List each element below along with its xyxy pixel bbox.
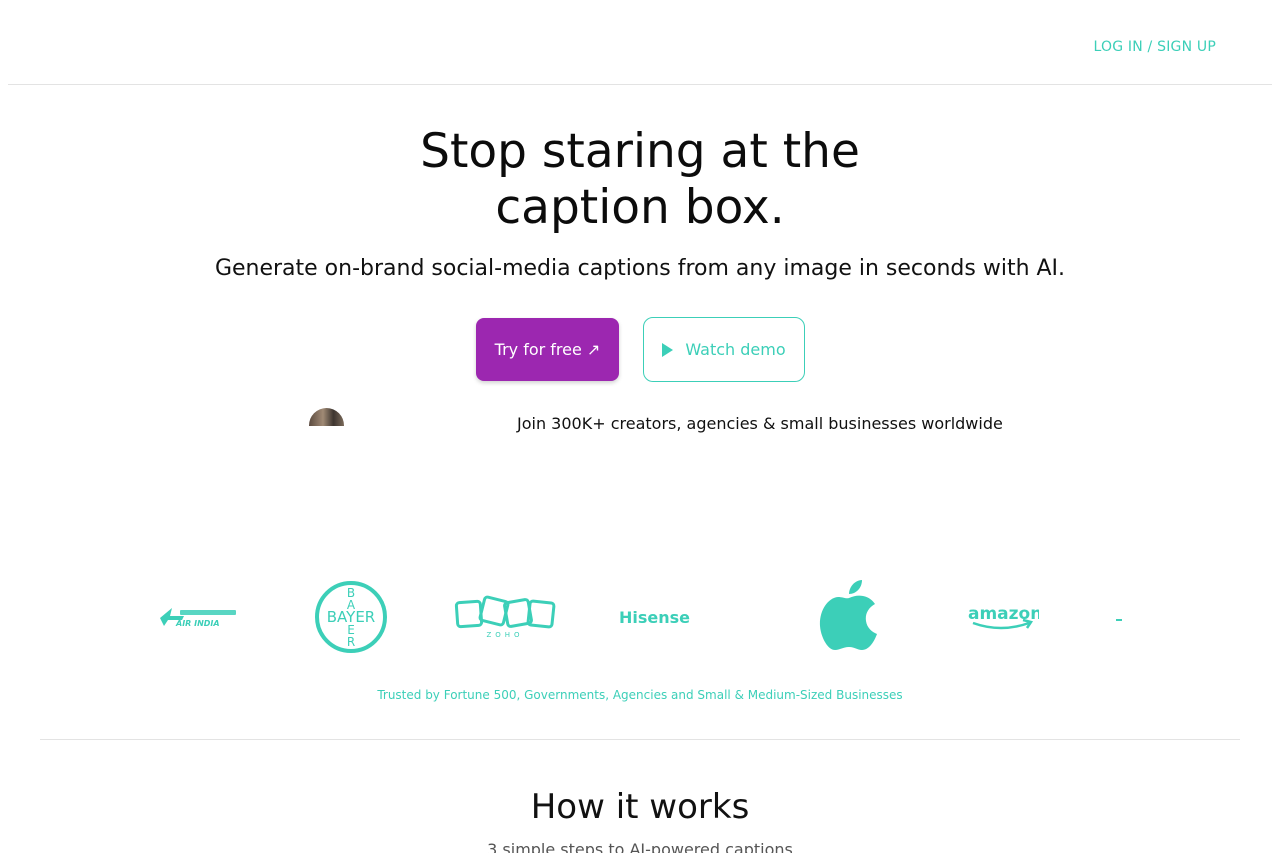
login-signup-link[interactable]: LOG IN / SIGN UP (1093, 39, 1216, 55)
watch-demo-label: Watch demo (685, 340, 786, 359)
try-for-free-label: Try for free ↗ (494, 340, 601, 359)
hisense-logo: Hisense (618, 605, 700, 629)
zoho-logo: ZOHO (454, 594, 556, 640)
svg-text:R: R (347, 635, 355, 649)
bayer-logo: BAYER B A E R (314, 580, 388, 654)
zoho-logo-text: ZOHO (486, 631, 523, 639)
hero-title-line-1: Stop staring at the (420, 124, 860, 179)
page: LOG IN / SIGN UP Stop staring at the cap… (0, 0, 1280, 853)
hero-title: Stop staring at the caption box. (0, 124, 1280, 236)
apple-logo (818, 578, 880, 652)
hero-title-line-2: caption box. (495, 180, 785, 235)
partial-logo (1116, 619, 1122, 621)
how-it-works-title: How it works (530, 787, 750, 827)
svg-text:A: A (347, 598, 356, 612)
how-it-works-subtitle: 3 simple steps to AI-powered captions (487, 840, 793, 853)
air-india-logo-text: AIR INDIA (175, 619, 220, 628)
social-proof-text: Join 300K+ creators, agencies & small bu… (517, 414, 1003, 433)
top-header: LOG IN / SIGN UP (8, 0, 1272, 85)
avatar (309, 408, 344, 426)
try-for-free-button[interactable]: Try for free ↗ (476, 318, 619, 381)
air-india-logo: AIR INDIA (158, 604, 240, 630)
hisense-logo-text: Hisense (619, 608, 690, 627)
amazon-logo: amazon (967, 601, 1042, 631)
trusted-by-caption: Trusted by Fortune 500, Governments, Age… (377, 688, 903, 702)
watch-demo-button[interactable]: Watch demo (643, 317, 805, 382)
hero-subtitle: Generate on-brand social-media captions … (214, 256, 1066, 281)
play-icon (662, 342, 674, 357)
section-divider (40, 739, 1240, 740)
